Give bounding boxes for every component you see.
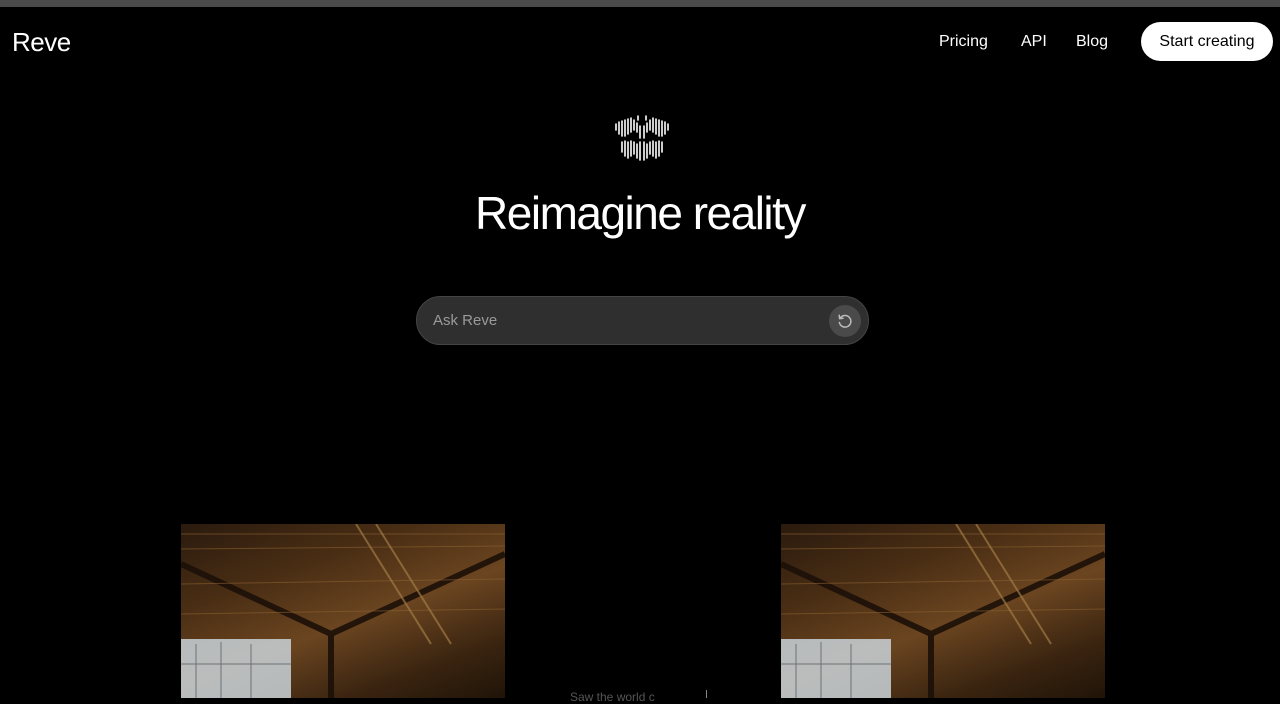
nav-pricing-link[interactable]: Pricing — [939, 33, 1009, 51]
gallery-caption: Saw the world c — [570, 690, 655, 704]
text-cursor — [706, 690, 707, 698]
ask-reve-input[interactable] — [433, 297, 833, 344]
browser-top-strip — [0, 0, 1280, 7]
refresh-icon — [838, 314, 852, 328]
start-creating-button[interactable]: Start creating — [1141, 22, 1273, 61]
hero-title: Reimagine reality — [475, 187, 806, 239]
reve-logo[interactable]: Reve — [12, 27, 71, 58]
ask-reve-search-box — [416, 296, 869, 345]
refresh-button[interactable] — [829, 305, 861, 337]
gallery-image-right[interactable] — [781, 524, 1105, 698]
nav-blog-link[interactable]: Blog — [1076, 33, 1126, 51]
gallery-image-left[interactable] — [181, 524, 505, 698]
butterfly-icon — [612, 114, 672, 162]
site-header: Reve Pricing API Blog Start creating — [0, 7, 1280, 77]
nav-api-link[interactable]: API — [1021, 33, 1061, 51]
